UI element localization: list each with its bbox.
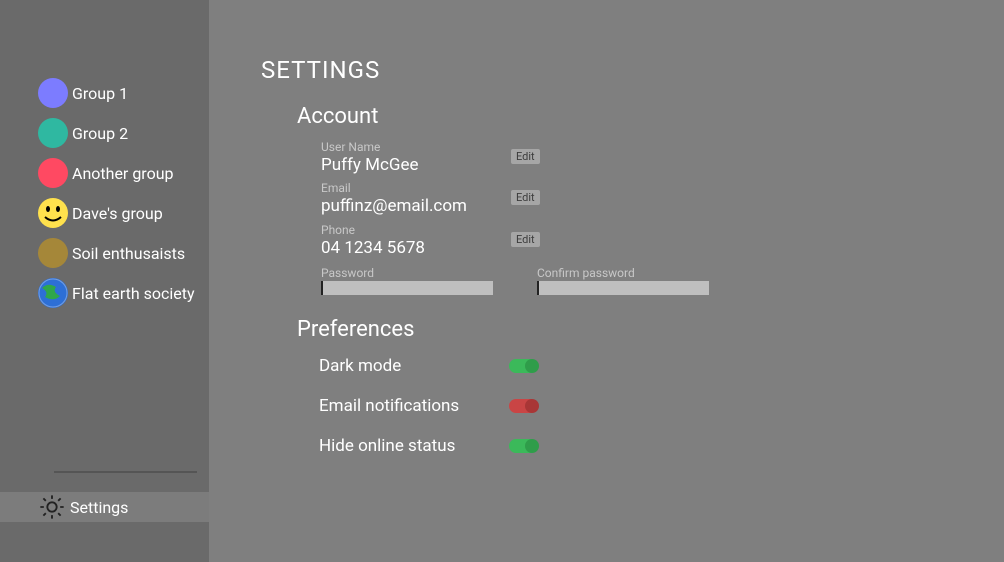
pref-email-notifications-label: Email notifications [319, 396, 509, 416]
sidebar-item-label: Another group [72, 164, 174, 183]
dark-mode-toggle[interactable] [509, 359, 537, 373]
confirm-password-input[interactable] [537, 281, 709, 295]
pref-dark-mode-row: Dark mode [319, 356, 1004, 376]
username-row: User Name Puffy McGee Edit [321, 141, 1004, 176]
username-value: Puffy McGee [321, 154, 511, 176]
smiley-icon [38, 198, 68, 228]
sidebar-item-group-2[interactable]: Group 2 [38, 118, 209, 148]
earth-icon [38, 278, 68, 308]
password-input[interactable] [321, 281, 493, 295]
page-title: SETTINGS [261, 56, 1004, 84]
username-label: User Name [321, 141, 511, 154]
phone-label: Phone [321, 224, 511, 237]
account-section-title: Account [297, 104, 1004, 129]
group-avatar-icon [38, 78, 68, 108]
sidebar-item-flat-earth[interactable]: Flat earth society [38, 278, 209, 308]
sidebar-item-label: Group 2 [72, 124, 128, 143]
phone-value: 04 1234 5678 [321, 237, 511, 259]
main-content: SETTINGS Account User Name Puffy McGee E… [209, 0, 1004, 562]
sidebar-item-label: Dave's group [72, 204, 163, 223]
sidebar-item-label: Flat earth society [72, 284, 195, 303]
email-row: Email puffinz@email.com Edit [321, 182, 1004, 217]
groups-list: Group 1 Group 2 Another group Dave's gro… [0, 78, 209, 308]
edit-email-button[interactable]: Edit [511, 190, 540, 205]
edit-username-button[interactable]: Edit [511, 149, 540, 164]
email-value: puffinz@email.com [321, 195, 511, 217]
account-fields: User Name Puffy McGee Edit Email puffinz… [321, 141, 1004, 295]
divider [54, 471, 197, 473]
preferences-section: Preferences Dark mode Email notification… [297, 317, 1004, 456]
edit-phone-button[interactable]: Edit [511, 232, 540, 247]
sidebar: Group 1 Group 2 Another group Dave's gro… [0, 0, 209, 562]
password-row: Password Confirm password [321, 267, 1004, 295]
group-avatar-icon [38, 118, 68, 148]
sidebar-item-soil-enthusiasts[interactable]: Soil enthusaists [38, 238, 209, 268]
email-notifications-toggle[interactable] [509, 399, 537, 413]
gear-icon [38, 493, 66, 521]
group-avatar-icon [38, 238, 68, 268]
email-label: Email [321, 182, 511, 195]
hide-status-toggle[interactable] [509, 439, 537, 453]
pref-email-notifications-row: Email notifications [319, 396, 1004, 416]
confirm-password-label: Confirm password [537, 267, 709, 280]
sidebar-item-group-1[interactable]: Group 1 [38, 78, 209, 108]
sidebar-item-another-group[interactable]: Another group [38, 158, 209, 188]
password-label: Password [321, 267, 493, 280]
phone-row: Phone 04 1234 5678 Edit [321, 224, 1004, 259]
sidebar-item-label: Group 1 [72, 84, 128, 103]
sidebar-item-label: Soil enthusaists [72, 244, 185, 263]
sidebar-item-settings[interactable]: Settings [0, 492, 209, 522]
preferences-section-title: Preferences [297, 317, 1004, 342]
pref-hide-status-row: Hide online status [319, 436, 1004, 456]
group-avatar-icon [38, 158, 68, 188]
pref-hide-status-label: Hide online status [319, 436, 509, 456]
sidebar-item-daves-group[interactable]: Dave's group [38, 198, 209, 228]
pref-dark-mode-label: Dark mode [319, 356, 509, 376]
sidebar-item-label: Settings [70, 498, 128, 517]
